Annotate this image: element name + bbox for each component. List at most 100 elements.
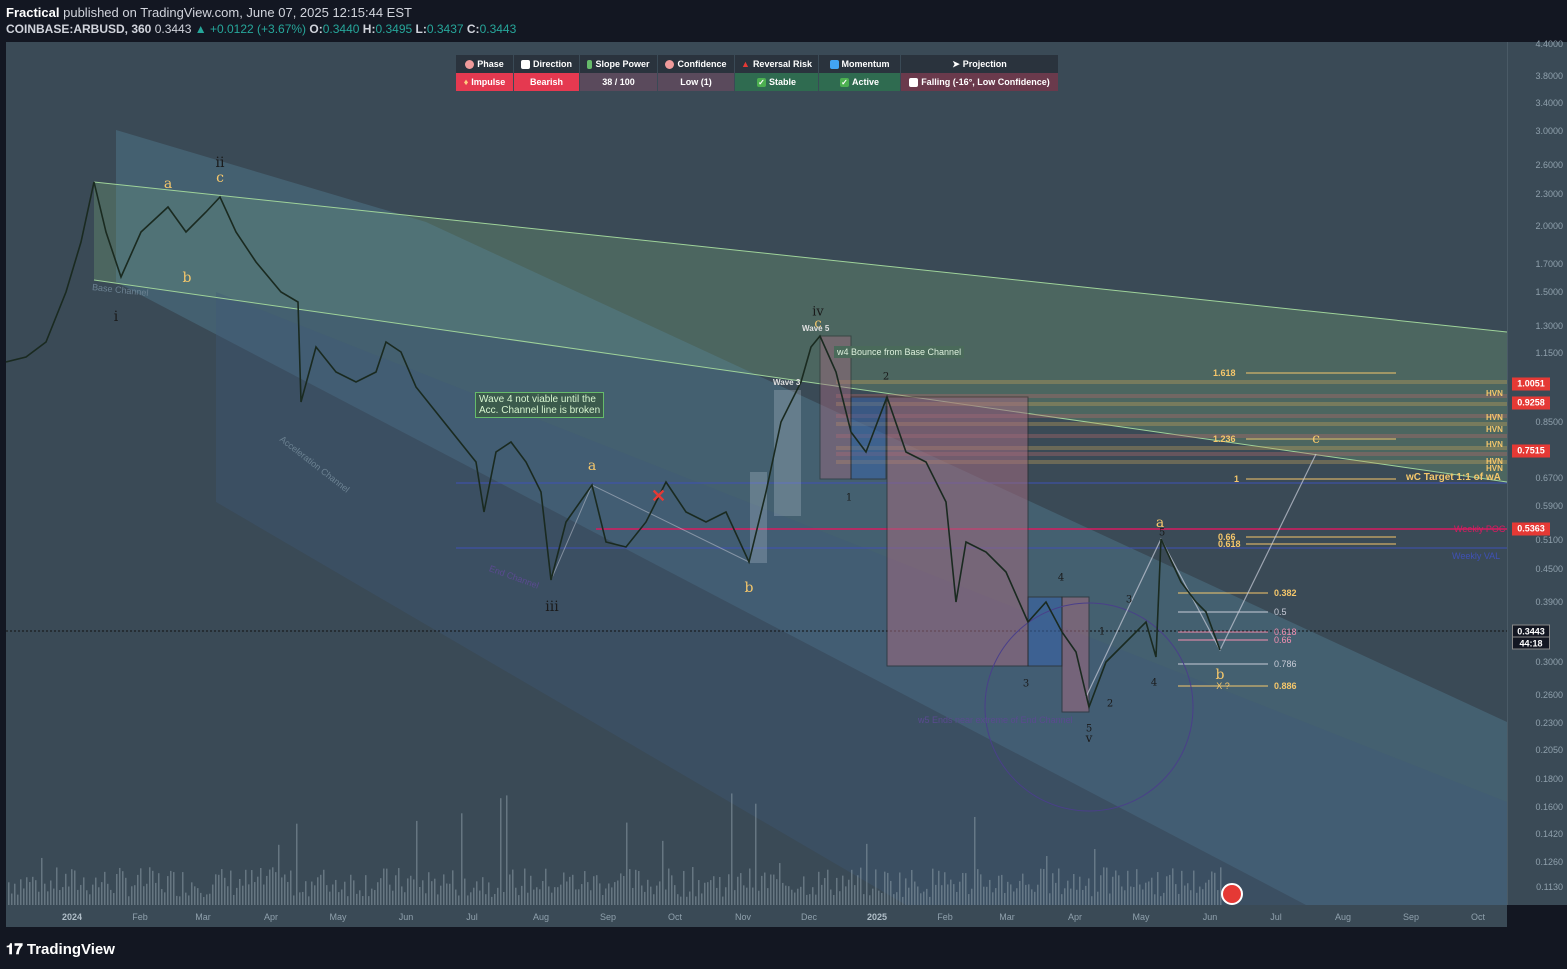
volume-bar <box>749 868 751 905</box>
volume-bar <box>878 890 880 905</box>
volume-bar <box>1202 889 1204 905</box>
volume-bar <box>698 880 700 905</box>
time-axis[interactable]: 2024 Feb Mar Apr May Jun Jul Aug Sep Oct Nov Dec 202… <box>6 905 1507 927</box>
volume-bar <box>587 882 589 905</box>
volume-bar <box>512 869 514 905</box>
volume-bar <box>716 887 718 905</box>
volume-bar <box>107 883 109 905</box>
volume-bar <box>1139 884 1141 905</box>
volume-bar <box>320 874 322 905</box>
volume-bar <box>1169 874 1171 905</box>
volume-bar <box>329 891 331 905</box>
time-tick: Mar <box>999 912 1015 922</box>
volume-bar <box>704 882 706 905</box>
volume-bar <box>770 874 772 905</box>
wave-label-2: 2 <box>1106 698 1114 710</box>
volume-bar <box>992 892 994 905</box>
chart-pane[interactable]: ii c a b i a b iii iv c 2 1 4 3 5 v 1 2 … <box>6 42 1507 905</box>
volume-bar <box>794 892 796 905</box>
price-tick: 0.1260 <box>1535 857 1563 867</box>
price-tick: 0.1130 <box>1536 882 1563 892</box>
volume-bar <box>647 879 649 905</box>
symbol-name[interactable]: COINBASE:ARBUSD, 360 <box>6 22 151 36</box>
volume-bar <box>872 888 874 905</box>
volume-bar <box>98 887 100 905</box>
volume-bar <box>1217 890 1219 905</box>
volume-bar <box>266 875 268 905</box>
volume-bar <box>1190 890 1192 905</box>
volume-bar <box>761 875 763 905</box>
fib-1618: 1.618 <box>1213 368 1236 378</box>
volume-bar <box>692 867 694 905</box>
volume-bar <box>815 894 817 905</box>
volume-bar <box>77 889 79 905</box>
volume-bar <box>1142 889 1144 905</box>
volume-bar <box>110 889 112 905</box>
volume-bar <box>221 869 223 905</box>
volume-bar <box>1109 893 1111 905</box>
tradingview-logo[interactable]: 𝟏𝟕 TradingView <box>6 941 115 958</box>
volume-bar <box>185 892 187 905</box>
volume-bar <box>545 868 547 905</box>
volume-bar <box>1061 894 1063 905</box>
volume-bar <box>776 879 778 905</box>
volume-bar <box>467 895 469 905</box>
wave-label-x: X ? <box>1216 681 1230 691</box>
wave-label-iii: iii <box>545 599 559 615</box>
time-tick: Jul <box>466 912 478 922</box>
volume-bar <box>596 875 598 905</box>
volume-bar <box>50 880 52 905</box>
cursor-icon: ➤ <box>952 58 960 69</box>
volume-bar <box>497 887 499 905</box>
wave-label-c: c <box>216 170 224 186</box>
volume-bar <box>272 867 274 905</box>
volume-bar <box>299 892 301 905</box>
volume-bar <box>917 886 919 905</box>
volume-bar <box>1001 874 1003 905</box>
volume-bar <box>521 885 523 905</box>
volume-bar <box>1112 876 1114 905</box>
volume-bar <box>59 890 61 905</box>
volume-bar <box>1067 880 1069 905</box>
volume-bar <box>1025 884 1027 905</box>
time-tick: Feb <box>937 912 953 922</box>
volume-bar <box>584 871 586 905</box>
value-phase: ♦ Impulse <box>456 73 514 91</box>
price-tick: 2.0000 <box>1535 221 1563 231</box>
volume-bar <box>617 880 619 905</box>
volume-bar <box>443 874 445 905</box>
volume-bar <box>194 886 196 905</box>
price-tick: 3.0000 <box>1535 126 1563 136</box>
last-price: 0.3443 <box>154 22 192 36</box>
chart-icon <box>520 59 530 69</box>
volume-bar <box>374 890 376 905</box>
volume-bar <box>1181 870 1183 905</box>
wave-label-4: 4 <box>1057 572 1065 584</box>
author-name[interactable]: Fractical <box>6 5 59 20</box>
us-flag-icon[interactable] <box>1221 883 1243 905</box>
volume-bar <box>122 871 124 905</box>
price-axis[interactable]: 4.4000 3.8000 3.4000 3.0000 2.6000 2.3000 2.00… <box>1507 39 1567 905</box>
fib-0786: 0.786 <box>1274 659 1297 669</box>
open-value: 0.3440 <box>322 22 360 36</box>
volume-bar <box>1103 867 1105 905</box>
volume-bar <box>359 890 361 905</box>
volume-bar <box>1124 890 1126 905</box>
weekly-poc-label: Weekly POC <box>1454 524 1506 534</box>
brain-icon <box>665 59 675 69</box>
chart-drawing[interactable] <box>6 42 1507 905</box>
volume-bar <box>767 888 769 905</box>
volume-bar <box>158 873 160 905</box>
volume-bar <box>167 876 169 905</box>
volume-bar <box>11 893 13 905</box>
volume-bar <box>680 896 682 905</box>
volume-bar <box>509 874 511 905</box>
volume-bar <box>44 883 46 905</box>
volume-bar <box>452 870 454 905</box>
volume-bar <box>20 879 22 905</box>
price-tick: 0.4500 <box>1535 564 1563 574</box>
volume-bar <box>209 893 211 905</box>
volume-bar <box>35 880 37 905</box>
time-tick: Oct <box>1470 912 1486 922</box>
volume-bar <box>323 869 325 905</box>
